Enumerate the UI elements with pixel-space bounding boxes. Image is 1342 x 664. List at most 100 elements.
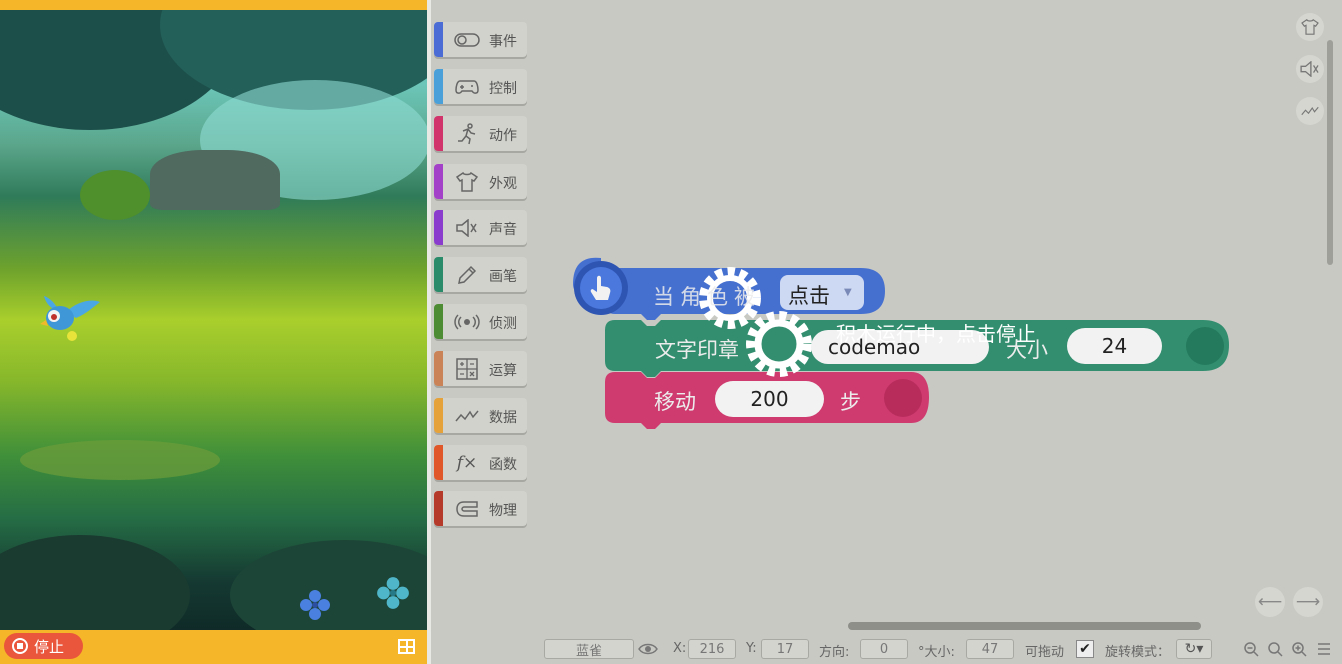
costume-shortcut[interactable] [1296, 13, 1324, 41]
category-sound[interactable]: 声音 [434, 210, 527, 245]
size-value: 47 [981, 641, 999, 657]
category-label: 事件 [489, 34, 517, 50]
category-color-stripe [434, 304, 443, 339]
x-value: 216 [699, 641, 725, 657]
category-label: 控制 [489, 81, 517, 97]
category-sensing[interactable]: 侦测 [434, 304, 527, 339]
pen-extension-icon [1186, 327, 1224, 365]
direction-field[interactable]: 0 [860, 639, 908, 659]
stop-icon [12, 638, 28, 654]
x-label: X: [673, 641, 687, 656]
draggable-label: 可拖动 [1025, 645, 1065, 660]
sprite-name-field[interactable]: 蓝雀 [544, 639, 634, 659]
running-status-text[interactable]: 积木运行中，点击停止 [836, 318, 1036, 347]
move-steps-field[interactable]: 200 [715, 381, 824, 417]
category-events[interactable]: 事件 [434, 22, 527, 57]
y-label: Y: [746, 641, 757, 656]
category-functions[interactable]: f× 函数 [434, 445, 527, 480]
direction-label: 方向: [819, 645, 850, 660]
draggable-checkbox[interactable]: ✔ [1076, 640, 1094, 658]
sprite-status-bar: 蓝雀 X: 216 Y: 17 方向: 0 °大小: 47 可拖动 ✔ 旋转模式… [531, 633, 1342, 664]
app-root: 停止 事件 控制 动作 外观 声音 画笔 侦测 运算 数据 f× 函数 物理 当… [0, 0, 1342, 664]
chart-icon [454, 405, 480, 426]
zoom-reset-icon[interactable] [1265, 639, 1285, 659]
size-field[interactable]: 47 [966, 639, 1014, 659]
category-color-stripe [434, 116, 443, 151]
eye-icon[interactable] [638, 639, 658, 659]
category-label: 运算 [489, 363, 517, 379]
category-palette: 事件 控制 动作 外观 声音 画笔 侦测 运算 数据 f× 函数 物理 [431, 0, 531, 664]
direction-value: 0 [879, 641, 889, 657]
checkmark-icon: ✔ [1079, 641, 1091, 657]
y-value: 17 [776, 641, 794, 657]
category-label: 函数 [489, 457, 517, 473]
print-block-label: 文字印章 [655, 338, 739, 362]
stop-button[interactable]: 停止 [4, 633, 83, 659]
category-label: 画笔 [489, 269, 517, 285]
category-label: 数据 [489, 410, 517, 426]
gamepad-icon [454, 76, 480, 97]
redo-button[interactable]: ⟶ [1293, 587, 1323, 617]
variable-shortcut[interactable] [1296, 97, 1324, 125]
fullscreen-icon[interactable] [398, 639, 415, 654]
category-control[interactable]: 控制 [434, 69, 527, 104]
category-color-stripe [434, 398, 443, 433]
stop-label: 停止 [34, 638, 65, 656]
sound-shortcut[interactable] [1296, 55, 1324, 83]
move-block-label: 移动 [654, 390, 696, 414]
rotate-icon: ↻▾ [1184, 641, 1204, 657]
event-dropdown-value[interactable]: 点击 [788, 280, 830, 310]
redo-icon: ⟶ [1295, 592, 1321, 612]
category-looks[interactable]: 外观 [434, 164, 527, 199]
category-label: 动作 [489, 128, 517, 144]
bluebird-sprite[interactable] [36, 290, 102, 342]
chevron-down-icon[interactable]: ▼ [844, 287, 852, 298]
block-shapes [573, 257, 1229, 429]
category-color-stripe [434, 491, 443, 526]
menu-icon[interactable] [1314, 639, 1334, 659]
rotate-mode-select[interactable]: ↻▾ [1176, 639, 1212, 659]
category-pen[interactable]: 画笔 [434, 257, 527, 292]
grass-patch [20, 440, 220, 480]
category-physics[interactable]: 物理 [434, 491, 527, 526]
undo-button[interactable]: ⟵ [1255, 587, 1285, 617]
radar-icon [454, 311, 480, 332]
shirt-icon [454, 171, 480, 192]
event-block-label: 当角色被 [653, 285, 761, 309]
move-steps-label: 步 [840, 390, 861, 414]
y-field[interactable]: 17 [761, 639, 809, 659]
zoom-out-icon[interactable] [1241, 639, 1261, 659]
category-color-stripe [434, 445, 443, 480]
category-label: 物理 [489, 503, 517, 519]
background-rock [0, 535, 190, 630]
stage-canvas[interactable] [0, 10, 427, 630]
print-size-value: 24 [1101, 334, 1128, 358]
zoom-in-icon[interactable] [1289, 639, 1309, 659]
category-color-stripe [434, 164, 443, 199]
workspace-vertical-scrollbar[interactable] [1327, 40, 1333, 265]
background-bush [80, 170, 150, 220]
pencil-icon [454, 264, 480, 285]
move-steps-value: 200 [750, 387, 789, 411]
calculator-icon [454, 357, 480, 380]
flower-decoration [300, 590, 330, 620]
background-rock [150, 150, 280, 210]
stage-bottom-bar: 停止 [0, 630, 427, 664]
speaker-icon [454, 217, 480, 238]
category-operators[interactable]: 运算 [434, 351, 527, 386]
flower-decoration [377, 577, 409, 609]
workspace-horizontal-scrollbar[interactable] [848, 622, 1201, 630]
motion-extension-icon [884, 379, 922, 417]
code-workspace[interactable]: 当角色被 点击 ▼ 文字印章 codemao 大小 24 移动 200 步 积木… [531, 0, 1342, 633]
x-field[interactable]: 216 [688, 639, 736, 659]
magnet-icon [454, 498, 480, 519]
stage-panel: 停止 [0, 0, 427, 664]
category-color-stripe [434, 351, 443, 386]
category-data[interactable]: 数据 [434, 398, 527, 433]
category-color-stripe [434, 210, 443, 245]
stage-top-border [0, 0, 427, 10]
print-size-field[interactable]: 24 [1067, 328, 1162, 364]
category-motion[interactable]: 动作 [434, 116, 527, 151]
runner-icon [454, 122, 480, 144]
category-label: 侦测 [489, 316, 517, 332]
